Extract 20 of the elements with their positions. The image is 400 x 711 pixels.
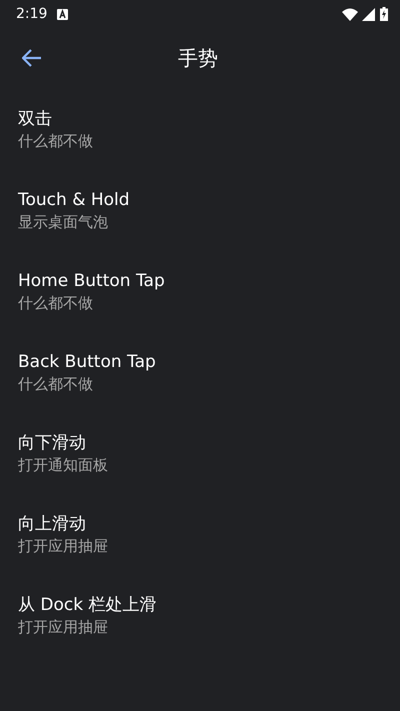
setting-title[interactable]: Touch & Hold	[18, 189, 130, 211]
setting-summary: 打开应用抽屉	[18, 617, 108, 638]
clock: 2:19	[16, 6, 48, 22]
setting-summary: 打开应用抽屉	[18, 536, 108, 557]
signal-icon	[362, 8, 375, 20]
setting-title[interactable]: Home Button Tap	[18, 270, 165, 292]
setting-title[interactable]: 双击	[18, 108, 52, 130]
setting-title[interactable]: 从 Dock 栏处上滑	[18, 594, 156, 616]
setting-title[interactable]: 向下滑动	[18, 432, 86, 454]
setting-summary: 什么都不做	[18, 374, 93, 395]
wifi-icon	[342, 8, 358, 20]
notification-icon	[57, 8, 68, 20]
setting-summary: 显示桌面气泡	[18, 212, 108, 233]
setting-title[interactable]: Back Button Tap	[18, 351, 156, 373]
setting-title[interactable]: 向上滑动	[18, 513, 86, 535]
setting-summary: 什么都不做	[18, 131, 93, 152]
setting-summary: 什么都不做	[18, 293, 93, 314]
setting-summary: 打开通知面板	[18, 455, 108, 476]
battery-icon	[380, 7, 388, 21]
screen-title: 手势	[178, 44, 218, 72]
